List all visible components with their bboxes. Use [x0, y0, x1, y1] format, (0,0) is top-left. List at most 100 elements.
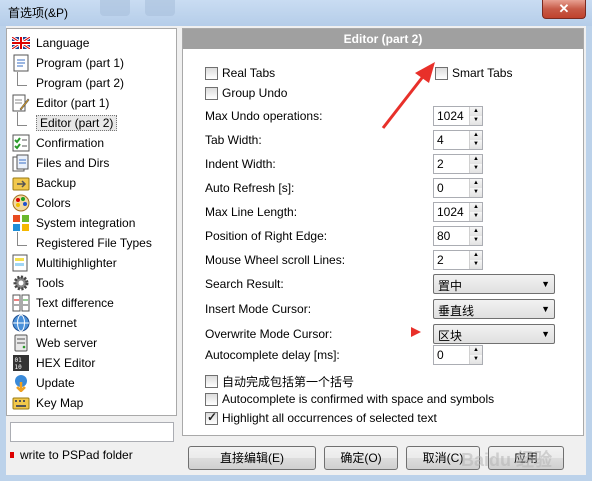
tree-item-label: Program (part 2) [36, 76, 125, 90]
tree-item[interactable]: Editor (part 2) [17, 112, 118, 133]
spinner-value[interactable]: 1024 [437, 205, 464, 219]
spin-down-icon[interactable]: ▼ [470, 164, 482, 173]
tree-item[interactable]: Web server [11, 333, 97, 353]
windows-icon [11, 214, 31, 232]
spin-up-icon[interactable]: ▲ [470, 346, 482, 355]
tree-item[interactable]: Backup [11, 173, 76, 193]
spinner-value[interactable]: 4 [437, 133, 444, 147]
apply-button[interactable]: 应用 [488, 446, 564, 470]
smart-tabs-checkbox[interactable]: Smart Tabs [435, 66, 512, 80]
spinner-value[interactable]: 2 [437, 157, 444, 171]
spinner-value[interactable]: 0 [437, 348, 444, 362]
number-spinner[interactable]: 1024 ▲ ▼ [433, 106, 483, 126]
tree-item[interactable]: Internet [11, 313, 77, 333]
spinner-arrows[interactable]: ▲ ▼ [469, 131, 482, 149]
spin-down-icon[interactable]: ▼ [470, 355, 482, 364]
folder-path-input[interactable] [10, 422, 174, 442]
checkbox-label: Highlight all occurrences of selected te… [222, 411, 437, 425]
dropdown-select[interactable]: 区块 ▼ [433, 324, 555, 344]
spin-down-icon[interactable]: ▼ [470, 212, 482, 221]
tree-item[interactable]: Language [11, 33, 89, 53]
spin-down-icon[interactable]: ▼ [470, 260, 482, 269]
number-spinner[interactable]: 0 ▲ ▼ [433, 178, 483, 198]
number-spinner[interactable]: 80 ▲ ▼ [433, 226, 483, 246]
checkbox-box[interactable] [205, 66, 218, 80]
tree-item[interactable]: Colors [11, 193, 71, 213]
tree-item[interactable]: Program (part 1) [11, 53, 124, 73]
dropdown-select[interactable]: 垂直线 ▼ [433, 299, 555, 319]
palette-icon [11, 194, 31, 212]
dropdown-select[interactable]: 置中 ▼ [433, 274, 555, 294]
option-checkbox[interactable]: Highlight all occurrences of selected te… [205, 410, 437, 425]
spin-up-icon[interactable]: ▲ [470, 155, 482, 164]
spinner-label: Indent Width: [205, 157, 276, 171]
number-spinner[interactable]: 4 ▲ ▼ [433, 130, 483, 150]
spinner-value[interactable]: 0 [437, 181, 444, 195]
option-checkbox[interactable]: Autocomplete is confirmed with space and… [205, 392, 494, 406]
direct-edit-button[interactable]: 直接编辑(E) [188, 446, 316, 470]
close-button[interactable]: ✕ [542, 0, 586, 19]
spinner-value[interactable]: 1024 [437, 109, 464, 123]
chevron-down-icon[interactable]: ▼ [541, 304, 550, 314]
spin-down-icon[interactable]: ▼ [470, 116, 482, 125]
hex-icon: 01 10 [11, 354, 31, 372]
tree-item[interactable]: Files and Dirs [11, 153, 109, 173]
tree-item[interactable]: Program (part 2) [17, 72, 125, 93]
option-checkbox[interactable]: 自动完成包括第一个括号 [205, 373, 354, 390]
group-undo-checkbox[interactable]: Group Undo [205, 86, 287, 100]
category-tree[interactable]: Language Program (part 1) Program (part 2)… [6, 28, 177, 416]
spin-up-icon[interactable]: ▲ [470, 131, 482, 140]
spinner-arrows[interactable]: ▲ ▼ [469, 203, 482, 221]
checkbox-box[interactable] [435, 66, 448, 80]
number-spinner[interactable]: 2 ▲ ▼ [433, 154, 483, 174]
chevron-down-icon[interactable]: ▼ [541, 279, 550, 289]
spin-down-icon[interactable]: ▼ [470, 140, 482, 149]
cancel-button[interactable]: 取消(C) [406, 446, 480, 470]
spinner-arrows[interactable]: ▲ ▼ [469, 179, 482, 197]
tree-item[interactable]: Multihighlighter [11, 253, 117, 273]
checkbox-box[interactable] [205, 86, 218, 100]
autocomplete-delay-spinner[interactable]: 0 ▲ ▼ [433, 345, 483, 365]
tree-item[interactable]: Editor (part 1) [11, 93, 109, 113]
tree-item-label: Update [36, 376, 75, 390]
red-pointer-icon [411, 327, 421, 337]
tree-item[interactable]: Update [11, 373, 75, 393]
number-spinner[interactable]: 2 ▲ ▼ [433, 250, 483, 270]
tree-item[interactable]: Confirmation [11, 133, 104, 153]
tree-item-label: Backup [36, 176, 77, 190]
ok-button[interactable]: 确定(O) [324, 446, 398, 470]
spin-up-icon[interactable]: ▲ [470, 203, 482, 212]
spinner-value[interactable]: 2 [437, 253, 444, 267]
spinner-arrows[interactable]: ▲ ▼ [469, 227, 482, 245]
number-spinner[interactable]: 1024 ▲ ▼ [433, 202, 483, 222]
tree-item[interactable]: System integration [11, 213, 135, 233]
settings-panel: Editor (part 2) Real Tabs Smart Tabs Gro… [182, 28, 584, 436]
spin-down-icon[interactable]: ▼ [470, 236, 482, 245]
spinner-arrows[interactable]: ▲ ▼ [469, 155, 482, 173]
tree-item[interactable]: Text difference [11, 293, 114, 313]
spin-up-icon[interactable]: ▲ [470, 251, 482, 260]
panel-title: Editor (part 2) [183, 29, 583, 49]
folder-option[interactable]: write to PSPad folder [10, 448, 133, 462]
real-tabs-checkbox[interactable]: Real Tabs [205, 66, 275, 80]
spin-up-icon[interactable]: ▲ [470, 227, 482, 236]
checklist-icon [11, 134, 31, 152]
spin-down-icon[interactable]: ▼ [470, 188, 482, 197]
spinner-arrows[interactable]: ▲ ▼ [469, 346, 482, 364]
tree-item[interactable]: 01 10 HEX Editor [11, 353, 95, 373]
spinner-arrows[interactable]: ▲ ▼ [469, 251, 482, 269]
checkbox-box[interactable] [205, 392, 218, 406]
spinner-arrows[interactable]: ▲ ▼ [469, 107, 482, 125]
checkbox-box[interactable] [205, 375, 218, 388]
spinner-value[interactable]: 80 [437, 229, 450, 243]
tree-item[interactable]: Key Map [11, 393, 83, 413]
tree-item[interactable]: Tools [11, 273, 64, 293]
checkbox-box[interactable] [205, 410, 218, 425]
chevron-down-icon[interactable]: ▼ [541, 329, 550, 339]
tree-item-label: Confirmation [36, 136, 105, 150]
keyboard-icon [11, 394, 31, 412]
spin-up-icon[interactable]: ▲ [470, 179, 482, 188]
tree-item[interactable]: Registered File Types [17, 232, 152, 253]
combo-label: Insert Mode Cursor: [205, 302, 312, 316]
spin-up-icon[interactable]: ▲ [470, 107, 482, 116]
